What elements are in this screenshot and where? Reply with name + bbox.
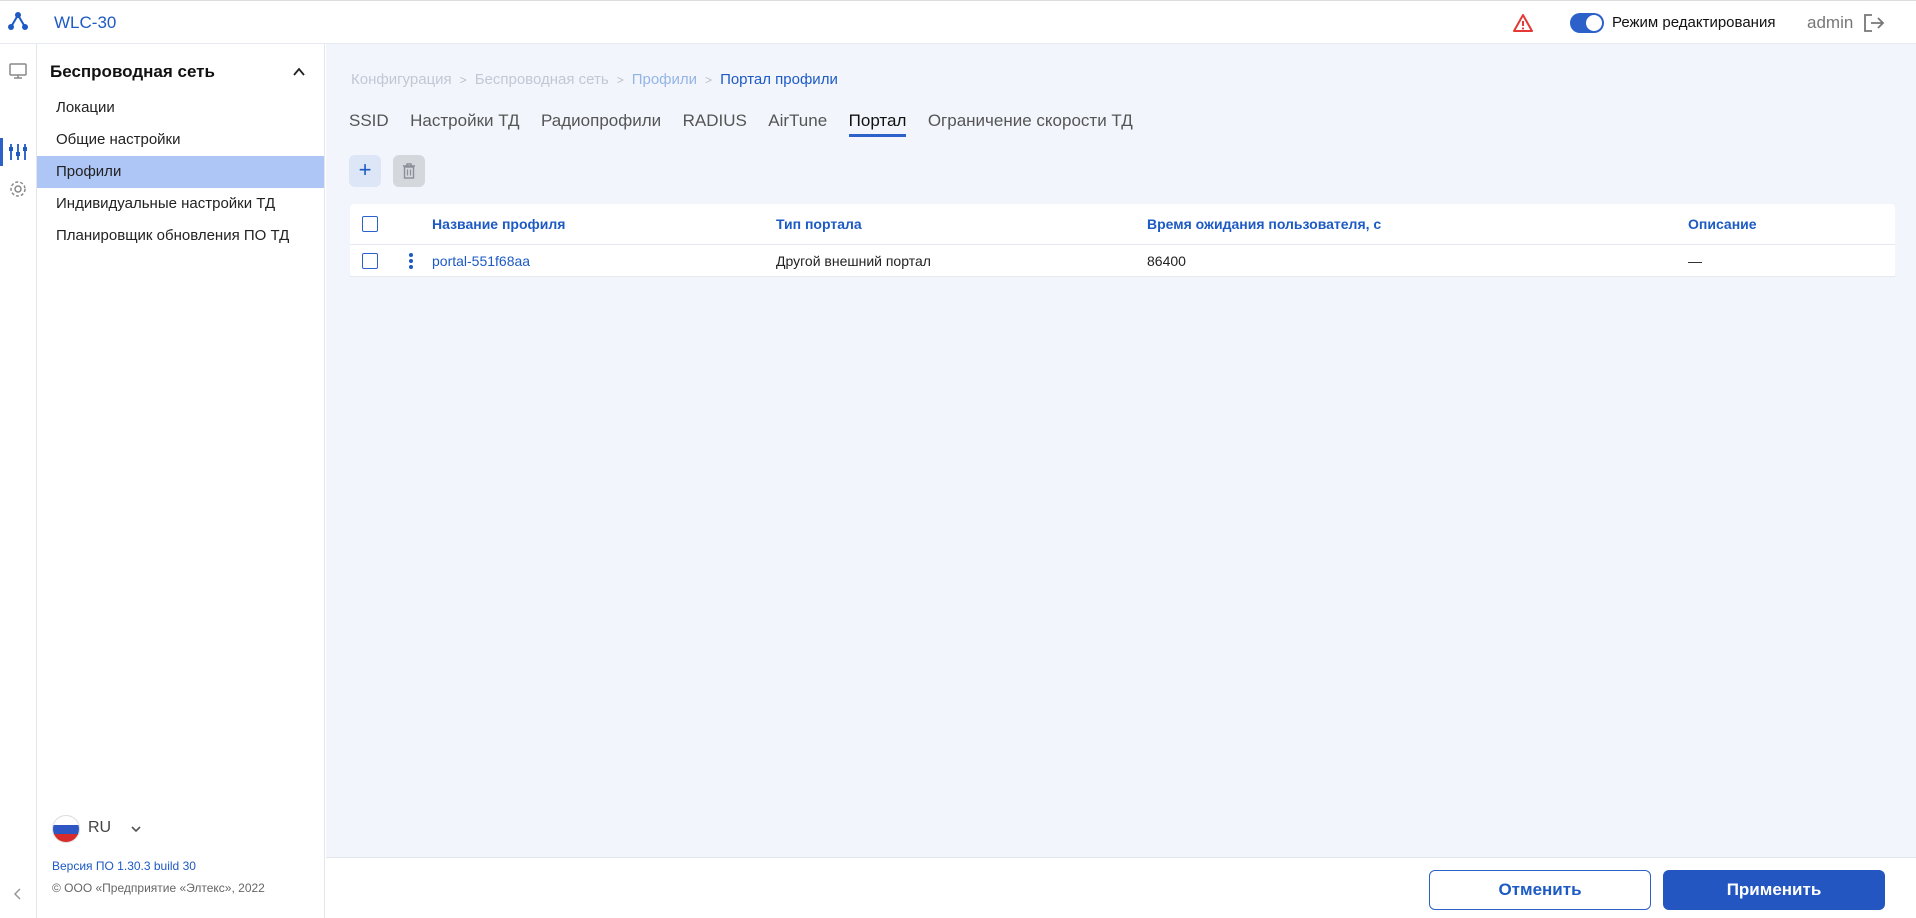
description-cell: — — [1688, 253, 1702, 269]
sidebar-item-firmware-scheduler[interactable]: Планировщик обновления ПО ТД — [37, 220, 324, 252]
profile-tabs: SSID Настройки ТД Радиопрофили RADIUS Ai… — [349, 111, 1150, 137]
username: admin — [1807, 13, 1854, 32]
breadcrumb: Конфигурация > Беспроводная сеть > Профили > П… — [351, 71, 838, 88]
trash-icon — [403, 163, 415, 179]
sidebar: Беспроводная сеть Локации Общие настройк… — [37, 44, 325, 918]
logout-icon[interactable] — [1862, 12, 1886, 34]
monitor-icon[interactable] — [7, 60, 29, 82]
breadcrumb-separator-icon: > — [616, 73, 624, 87]
sidebar-section-title[interactable]: Беспроводная сеть — [50, 62, 215, 82]
product-name: WLC-30 — [54, 13, 117, 32]
copyright: © ООО «Предприятие «Элтекс», 2022 — [52, 881, 265, 895]
portal-profiles-table: Название профиля Тип портала Время ожида… — [350, 204, 1895, 277]
profile-name-link[interactable]: portal-551f68aa — [432, 253, 530, 269]
top-bar: WLC-30 Режим редактирования admin — [0, 0, 1916, 44]
sliders-icon[interactable] — [7, 141, 29, 163]
delete-profile-button[interactable] — [393, 155, 425, 187]
row-checkbox[interactable] — [362, 253, 378, 269]
more-vertical-icon[interactable] — [408, 252, 414, 270]
sidebar-item-profiles[interactable]: Профили — [37, 156, 324, 188]
firmware-version: Версия ПО 1.30.3 build 30 — [52, 859, 196, 873]
portal-type-cell: Другой внешний портал — [776, 253, 931, 269]
breadcrumb-wireless[interactable]: Беспроводная сеть — [475, 71, 609, 88]
tab-airtune[interactable]: AirTune — [768, 111, 827, 134]
russia-flag-icon — [52, 815, 80, 843]
column-header-profile-name[interactable]: Название профиля — [432, 216, 565, 232]
warning-icon[interactable] — [1512, 13, 1534, 33]
rail-active-indicator — [0, 138, 3, 166]
breadcrumb-separator-icon: > — [705, 73, 713, 87]
main-content: Конфигурация > Беспроводная сеть > Профили > П… — [326, 44, 1916, 857]
tab-radius[interactable]: RADIUS — [683, 111, 747, 134]
table-row: portal-551f68aa Другой внешний портал 86… — [350, 245, 1895, 277]
table-header: Название профиля Тип портала Время ожида… — [350, 204, 1895, 245]
chevron-down-icon — [131, 826, 141, 833]
breadcrumb-portal-profiles: Портал профили — [720, 71, 838, 88]
breadcrumb-separator-icon: > — [459, 73, 467, 87]
icon-rail — [0, 44, 37, 918]
gear-icon[interactable] — [7, 178, 29, 200]
column-header-description[interactable]: Описание — [1688, 216, 1757, 232]
breadcrumb-configuration[interactable]: Конфигурация — [351, 71, 452, 88]
tab-ssid[interactable]: SSID — [349, 111, 389, 134]
edit-mode-toggle[interactable] — [1570, 13, 1604, 33]
select-all-checkbox[interactable] — [362, 216, 378, 232]
apply-button[interactable]: Применить — [1663, 870, 1885, 910]
tab-radio-profiles[interactable]: Радиопрофили — [541, 111, 661, 134]
chevron-up-icon[interactable] — [291, 64, 307, 80]
action-bar: Отменить Применить — [326, 857, 1916, 918]
sidebar-item-general-settings[interactable]: Общие настройки — [37, 124, 324, 156]
sidebar-item-individual-ap-settings[interactable]: Индивидуальные настройки ТД — [37, 188, 324, 220]
tab-portal[interactable]: Портал — [848, 111, 907, 137]
sidebar-item-locations[interactable]: Локации — [37, 92, 324, 124]
tab-ap-rate-limit[interactable]: Ограничение скорости ТД — [928, 111, 1133, 134]
language-code: RU — [88, 819, 112, 836]
user-timeout-cell: 86400 — [1147, 253, 1186, 269]
eltex-logo-icon[interactable] — [7, 10, 29, 32]
column-header-portal-type[interactable]: Тип портала — [776, 216, 862, 232]
add-profile-button[interactable]: + — [349, 155, 381, 187]
sidebar-menu: Локации Общие настройки Профили Индивиду… — [37, 92, 324, 252]
edit-mode-label: Режим редактирования — [1612, 14, 1776, 31]
column-header-user-timeout[interactable]: Время ожидания пользователя, с — [1147, 216, 1381, 232]
collapse-left-icon[interactable] — [10, 886, 26, 902]
breadcrumb-profiles[interactable]: Профили — [632, 71, 697, 88]
tab-ap-settings[interactable]: Настройки ТД — [410, 111, 519, 134]
cancel-button[interactable]: Отменить — [1429, 870, 1651, 910]
